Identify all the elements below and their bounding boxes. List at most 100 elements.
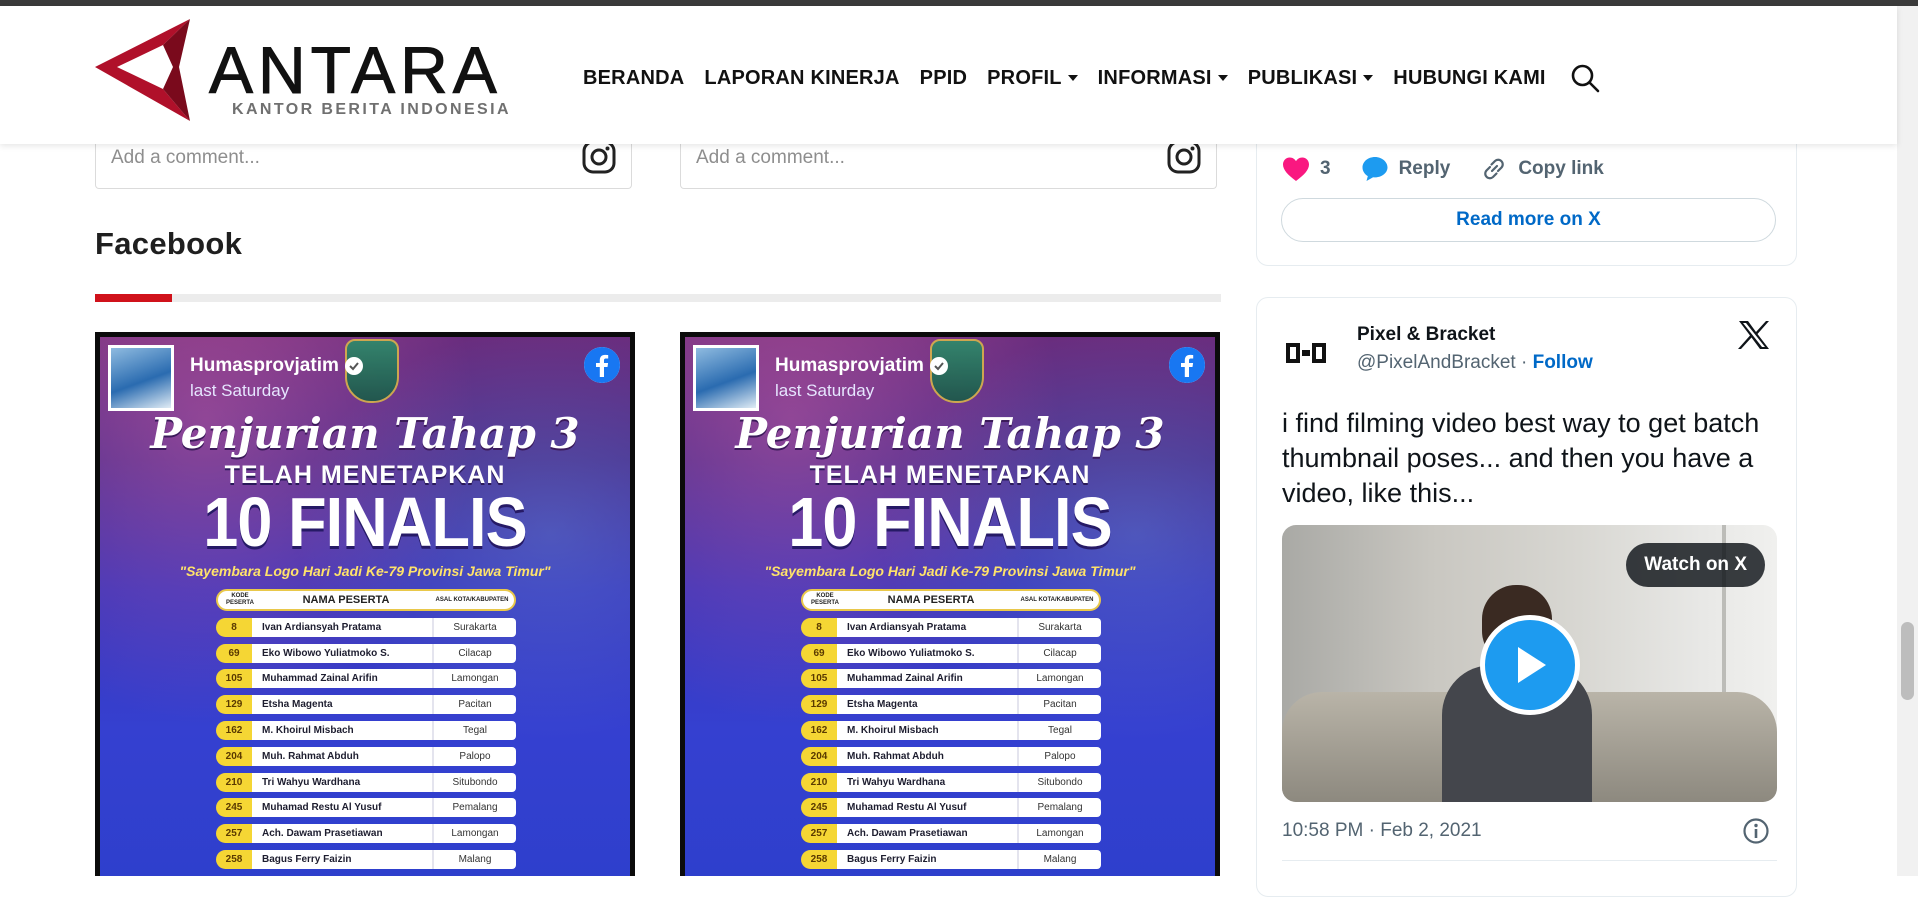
caret-down-icon	[1363, 75, 1374, 81]
table-body: 8 Ivan Ardiansyah Pratama Surakarta 69 Eko W…	[801, 617, 1101, 869]
participant-name: Muhamad Restu Al Yusuf	[837, 798, 1017, 818]
comment-input[interactable]: Add a comment...	[111, 147, 260, 169]
participant-code: 105	[801, 669, 837, 689]
participant-code: 162	[801, 720, 837, 740]
participant-city: Lamongan	[1017, 824, 1101, 844]
participant-name: Tri Wahyu Wardhana	[837, 772, 1017, 792]
participant-code: 69	[216, 643, 252, 663]
nav-item-ppid[interactable]: PPID	[920, 67, 967, 90]
header-code: KODE PESERTA	[226, 593, 254, 606]
participant-code: 245	[216, 798, 252, 818]
table-body: 8 Ivan Ardiansyah Pratama Surakarta 69 Eko W…	[216, 617, 516, 869]
facebook-post-card[interactable]: Humasprovjatim last Saturday Penjurian T…	[680, 332, 1220, 876]
table-row: 162 M. Khoirul Misbach Tegal	[216, 720, 516, 740]
participant-name: Muhammad Zainal Arifin	[837, 669, 1017, 689]
post-author[interactable]: Humasprovjatim	[775, 355, 948, 377]
follow-button[interactable]: Follow	[1533, 352, 1593, 373]
section-divider	[95, 294, 1221, 302]
post-time[interactable]: last Saturday	[190, 381, 289, 401]
read-more-button[interactable]: Read more on X	[1281, 198, 1776, 242]
scrollbar-thumb[interactable]	[1901, 622, 1914, 700]
nav-item-laporan-kinerja[interactable]: LAPORAN KINERJA	[704, 67, 899, 90]
participant-name: Muhammad Zainal Arifin	[252, 669, 432, 689]
search-icon[interactable]	[1570, 63, 1600, 93]
nav-label: BERANDA	[583, 66, 685, 89]
table-row: 204 Muh. Rahmat Abduh Palopo	[216, 746, 516, 766]
like-button[interactable]: 3	[1282, 156, 1331, 182]
nav-item-informasi[interactable]: INFORMASI	[1098, 67, 1228, 90]
participant-city: Surakarta	[1017, 617, 1101, 637]
tweet-actions: 3 Reply Copy link	[1282, 155, 1634, 183]
table-row: 258 Bagus Ferry Faizin Malang	[216, 849, 516, 869]
participant-city: Cilacap	[432, 643, 516, 663]
nav-item-publikasi[interactable]: PUBLIKASI	[1248, 67, 1374, 90]
participant-name: Muh. Rahmat Abduh	[837, 746, 1017, 766]
watch-on-x-button[interactable]: Watch on X	[1626, 543, 1765, 587]
facebook-post-card[interactable]: Humasprovjatim last Saturday Penjurian T…	[95, 332, 635, 876]
participant-name: Eko Wibowo Yuliatmoko S.	[252, 643, 432, 663]
participant-city: Lamongan	[432, 669, 516, 689]
table-row: 257 Ach. Dawam Prasetiawan Lamongan	[216, 824, 516, 844]
avatar[interactable]	[108, 345, 174, 411]
participant-name: Bagus Ferry Faizin	[837, 849, 1017, 869]
tweet-timestamp[interactable]: 10:58 PM · Feb 2, 2021	[1282, 820, 1482, 842]
info-icon[interactable]	[1742, 817, 1770, 845]
participant-name: Ivan Ardiansyah Pratama	[252, 617, 432, 637]
participant-code: 105	[216, 669, 252, 689]
instagram-icon[interactable]	[581, 139, 617, 175]
table-row: 258 Bagus Ferry Faizin Malang	[801, 849, 1101, 869]
participant-city: Pemalang	[432, 798, 516, 818]
participant-name: Muh. Rahmat Abduh	[252, 746, 432, 766]
avatar[interactable]	[1282, 329, 1330, 377]
tweet-video[interactable]: Watch on X	[1282, 525, 1777, 802]
poster-title: Penjurian Tahap 3	[735, 409, 1165, 458]
participant-city: Cilacap	[1017, 643, 1101, 663]
header-code: KODE PESERTA	[811, 593, 839, 606]
copy-link-button[interactable]: Copy link	[1480, 155, 1604, 183]
participant-city: Pacitan	[432, 695, 516, 715]
table-row: 210 Tri Wahyu Wardhana Situbondo	[801, 772, 1101, 792]
facebook-icon[interactable]	[584, 347, 620, 383]
participant-code: 257	[216, 824, 252, 844]
tweet-embed[interactable]: Pixel & Bracket @PixelAndBracket · Follo…	[1256, 297, 1797, 897]
play-icon[interactable]	[1480, 615, 1580, 715]
nav-item-beranda[interactable]: BERANDA	[583, 67, 684, 90]
nav-label: PPID	[919, 66, 968, 89]
table-row: 245 Muhamad Restu Al Yusuf Pemalang	[216, 798, 516, 818]
nav-label: HUBUNGI KAMI	[1393, 66, 1546, 89]
reply-button[interactable]: Reply	[1361, 156, 1450, 182]
participant-city: Lamongan	[1017, 669, 1101, 689]
table-row: 69 Eko Wibowo Yuliatmoko S. Cilacap	[801, 643, 1101, 663]
post-author[interactable]: Humasprovjatim	[190, 355, 363, 377]
participant-code: 257	[801, 824, 837, 844]
post-time[interactable]: last Saturday	[775, 381, 874, 401]
link-icon	[1484, 158, 1505, 180]
nav-label: LAPORAN KINERJA	[704, 66, 900, 89]
nav-item-profil[interactable]: PROFIL	[987, 67, 1078, 90]
tweet-author-name[interactable]: Pixel & Bracket	[1357, 324, 1495, 346]
tweet-handle[interactable]: @PixelAndBracket	[1357, 352, 1516, 373]
antara-logo[interactable]: ANTARA KANTOR BERITA INDONESIA	[95, 19, 525, 129]
poster-headline: 10 FINALIS	[788, 483, 1112, 561]
avatar-image	[111, 348, 171, 408]
instagram-icon[interactable]	[1166, 139, 1202, 175]
table-header: KODE PESERTA NAMA PESERTA ASAL KOTA/KABU…	[801, 589, 1101, 611]
facebook-post-image: Humasprovjatim last Saturday Penjurian T…	[685, 337, 1215, 876]
avatar[interactable]	[693, 345, 759, 411]
nav-item-hubungi-kami[interactable]: HUBUNGI KAMI	[1393, 67, 1545, 90]
header-city: ASAL KOTA/KABUPATEN	[435, 596, 509, 603]
participant-name: Ach. Dawam Prasetiawan	[837, 824, 1017, 844]
caret-down-icon	[1067, 75, 1078, 81]
participant-code: 204	[801, 746, 837, 766]
participant-code: 210	[216, 772, 252, 792]
finalist-table: KODE PESERTA NAMA PESERTA ASAL KOTA/KABU…	[801, 589, 1101, 869]
table-row: 245 Muhamad Restu Al Yusuf Pemalang	[801, 798, 1101, 818]
nav-label: PUBLIKASI	[1247, 66, 1358, 89]
participant-name: M. Khoirul Misbach	[837, 720, 1017, 740]
participant-code: 245	[801, 798, 837, 818]
facebook-icon[interactable]	[1169, 347, 1205, 383]
comment-input[interactable]: Add a comment...	[696, 147, 845, 169]
copy-link-label: Copy link	[1518, 158, 1604, 179]
x-logo-icon[interactable]	[1738, 320, 1770, 350]
page-scrollbar[interactable]	[1897, 6, 1918, 876]
